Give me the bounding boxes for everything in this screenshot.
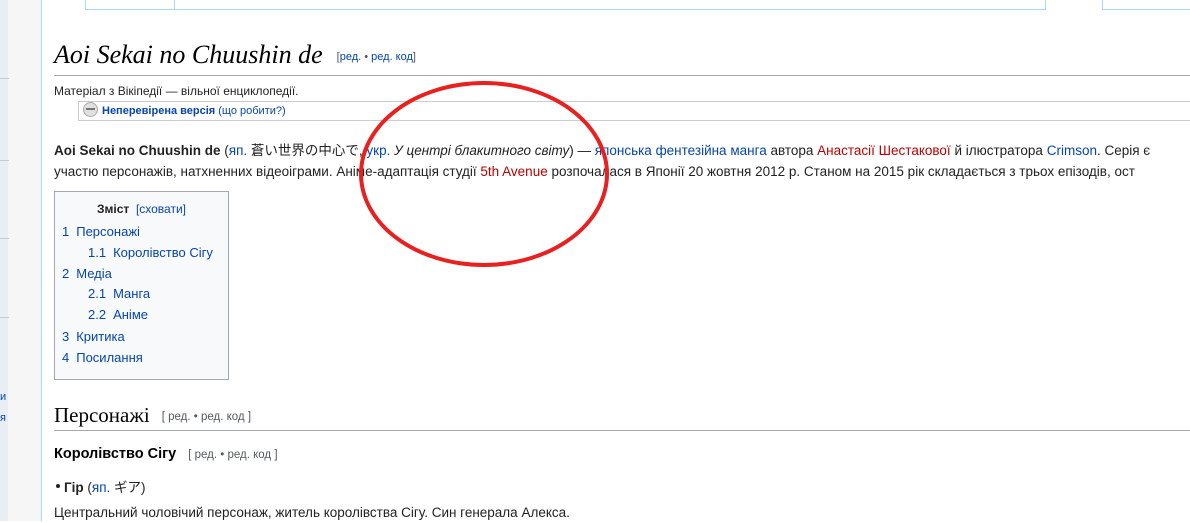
- subsection-heading-text: Королівство Сігу: [54, 446, 177, 462]
- toc-hide-toggle[interactable]: [сховати]: [136, 202, 186, 216]
- intro-line-2: участю персонажів, натхненних відеоіграм…: [54, 162, 1135, 182]
- text: й ілюстратора: [950, 143, 1047, 158]
- author-redlink[interactable]: Анастасії Шестакової: [817, 143, 951, 158]
- toc-label: Королівство Сігу: [113, 245, 213, 260]
- toc-label: Манга: [113, 286, 151, 301]
- toc-number: 4: [62, 350, 70, 365]
- top-tab-right[interactable]: [1102, 0, 1190, 10]
- text: автора: [766, 143, 818, 158]
- ukrainian-title: У центрі блакитного світу: [390, 143, 570, 158]
- character-name: Гір: [64, 480, 84, 495]
- toc-title: Зміст [сховати]: [55, 202, 228, 216]
- toc-item[interactable]: 2.1 Манга: [88, 286, 150, 301]
- toc-label: Критика: [76, 329, 125, 344]
- left-sidebar: и я: [0, 0, 41, 521]
- text: ) —: [569, 143, 595, 158]
- subsection-edit-links[interactable]: [ ред. • ред. код ]: [188, 449, 277, 461]
- studio-redlink[interactable]: 5th Avenue: [480, 164, 547, 179]
- lang-ja-link[interactable]: яп.: [229, 143, 247, 158]
- section-divider: [54, 430, 1190, 431]
- japanese-name: ギア: [110, 480, 142, 495]
- toc-label: Аніме: [113, 307, 148, 322]
- unreviewed-version-link[interactable]: Неперевірена версія: [102, 105, 215, 117]
- section-heading: Персонажі [ ред. • ред. код ]: [54, 403, 251, 428]
- japanese-title: 蒼い世界の中心で: [247, 143, 359, 158]
- toc-number: 1: [62, 224, 70, 239]
- text: ): [141, 480, 146, 495]
- article-content: Aoi Sekai no Chuushin de [ред. • ред. код…: [41, 0, 1190, 521]
- page-title-text: Aoi Sekai no Chuushin de: [54, 40, 323, 69]
- toc-number: 2: [62, 266, 70, 281]
- subsection-heading: Королівство Сігу [ ред. • ред. код ]: [54, 446, 278, 462]
- toc-label: Посилання: [76, 350, 143, 365]
- page-title: Aoi Sekai no Chuushin de [ред. • ред. код…: [54, 40, 416, 70]
- top-tab[interactable]: [85, 0, 176, 10]
- site-subtitle: Матеріал з Вікіпедії — вільної енциклопе…: [54, 84, 299, 98]
- toc-number: 3: [62, 329, 70, 344]
- toc-label: Персонажі: [76, 224, 140, 239]
- toc-item[interactable]: 2.2 Аніме: [88, 307, 148, 322]
- bracket: ]: [412, 51, 416, 64]
- section-edit-links[interactable]: [ ред. • ред. код ]: [162, 411, 251, 423]
- text: . Серія є: [1096, 143, 1151, 158]
- illustrator-link[interactable]: Crimson: [1047, 143, 1097, 158]
- lang-uk-link[interactable]: укр.: [366, 143, 390, 158]
- toc-number: 2.1: [88, 286, 107, 301]
- intro-line-1: Aoi Sekai no Chuushin de (яп. 蒼い世界の中心で, …: [54, 141, 1150, 161]
- edit-source-link[interactable]: ред. код: [371, 51, 413, 63]
- subject-name: Aoi Sekai no Chuushin de: [54, 143, 221, 158]
- unreviewed-icon: [83, 102, 98, 117]
- sidebar-divider: [0, 238, 9, 239]
- list-item: Гір (яп. ギア): [56, 476, 146, 496]
- separator: •: [364, 51, 369, 64]
- character-description: Центральний чоловічий персонаж, житель к…: [54, 505, 570, 520]
- sidebar-link-fragment[interactable]: и: [0, 391, 6, 403]
- text: розпочалася в Японії 20 жовтня 2012 р. С…: [547, 164, 1135, 179]
- toc-item[interactable]: 1.1 Королівство Сігу: [88, 245, 213, 260]
- toc-item[interactable]: 1 Персонажі: [62, 224, 140, 239]
- what-to-do-link[interactable]: (що робити?): [218, 105, 285, 117]
- text: участю персонажів, натхненних відеоіграм…: [54, 164, 481, 179]
- lang-ja-link[interactable]: яп.: [92, 480, 110, 495]
- toc-number: 1.1: [88, 245, 107, 260]
- title-divider: [54, 75, 1190, 76]
- toc-label: Медіа: [76, 266, 112, 281]
- sidebar-divider: [0, 317, 9, 318]
- title-edit-links: [ред. • ред. код]: [337, 51, 416, 63]
- toc-item[interactable]: 4 Посилання: [62, 350, 143, 365]
- toc-number: 2.2: [88, 307, 107, 322]
- toc-heading: Зміст: [96, 202, 130, 216]
- sidebar-link-fragment[interactable]: я: [0, 412, 6, 424]
- text: (: [83, 480, 92, 495]
- sidebar-divider: [0, 78, 9, 79]
- table-of-contents: Зміст [сховати] 1 Персонажі 1.1 Королівств…: [54, 191, 229, 380]
- flagged-revision-box: Неперевірена версія (що робити?): [78, 101, 1190, 121]
- edit-link[interactable]: ред.: [340, 51, 361, 63]
- toc-item[interactable]: 3 Критика: [62, 329, 125, 344]
- toc-item[interactable]: 2 Медіа: [62, 266, 112, 281]
- top-tab-bar: [174, 0, 1046, 10]
- genre-link[interactable]: японська фентезійна манга: [595, 143, 767, 158]
- sidebar-divider: [0, 160, 9, 161]
- text: (: [220, 143, 229, 158]
- section-heading-text: Персонажі: [54, 403, 150, 427]
